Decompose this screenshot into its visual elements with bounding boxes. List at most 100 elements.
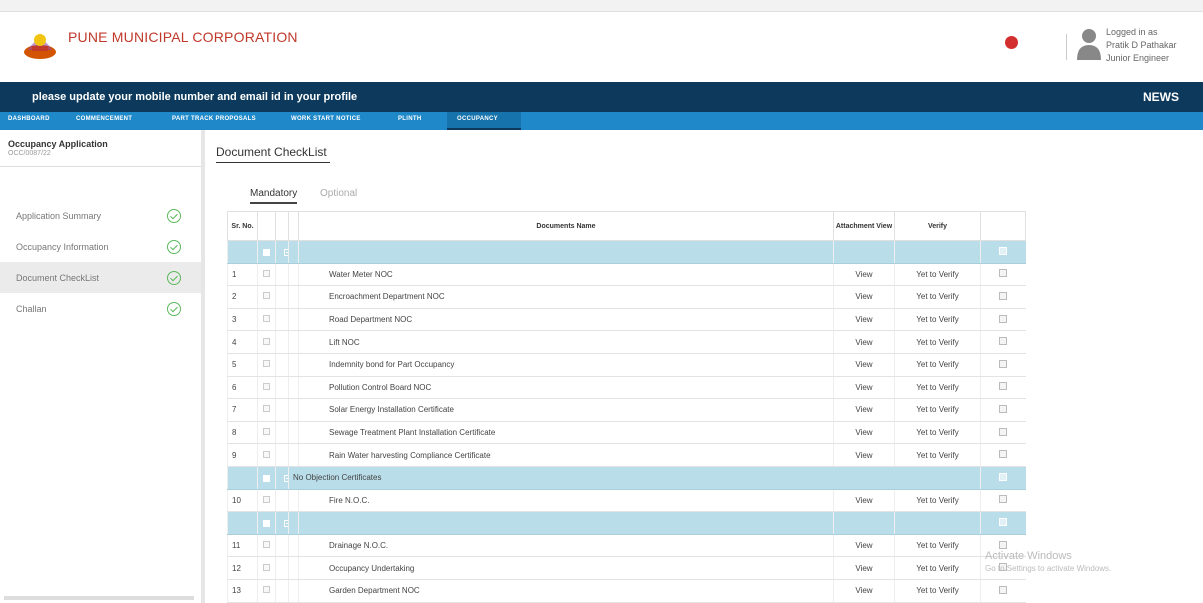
user-name: Pratik D Pathakar xyxy=(1106,40,1177,50)
view-link[interactable]: View xyxy=(833,579,895,603)
view-link[interactable]: View xyxy=(833,443,895,467)
verify-status: Yet to Verify xyxy=(894,376,981,400)
row-checkbox[interactable] xyxy=(263,541,270,549)
col-header-attachment-view[interactable]: Attachment View xyxy=(833,211,895,241)
row-checkbox[interactable] xyxy=(263,382,270,390)
verify-status: Yet to Verify xyxy=(894,353,981,377)
row-action-icon[interactable] xyxy=(999,291,1008,300)
view-link[interactable]: View xyxy=(833,308,895,332)
tab-occupancy[interactable]: OCCUPANCY xyxy=(447,112,521,130)
row-action-icon[interactable] xyxy=(999,269,1008,278)
row-action-icon[interactable] xyxy=(999,404,1008,413)
group-checkbox[interactable] xyxy=(263,519,270,527)
sr-no: 6 xyxy=(227,376,258,400)
document-checklist-table: Sr. No. Documents Name Attachment View V… xyxy=(227,211,1026,603)
group-action-icon[interactable] xyxy=(999,517,1008,526)
row-checkbox[interactable] xyxy=(263,315,270,323)
collapse-icon[interactable] xyxy=(284,248,289,256)
verify-status: Yet to Verify xyxy=(894,308,981,332)
verify-status: Yet to Verify xyxy=(894,330,981,354)
tab-mandatory[interactable]: Mandatory xyxy=(250,188,298,204)
notification-icon[interactable] xyxy=(1005,36,1018,49)
profile-notice: please update your mobile number and ema… xyxy=(32,91,358,103)
sidebar-item-occupancy-information[interactable]: Occupancy Information xyxy=(0,231,201,262)
tab-plinth[interactable]: PLINTH xyxy=(398,116,421,122)
view-link[interactable]: View xyxy=(833,285,895,309)
document-name: Solar Energy Installation Certificate xyxy=(298,398,834,422)
row-action-icon[interactable] xyxy=(999,314,1008,323)
verify-status: Yet to Verify xyxy=(894,398,981,422)
tab-work-start-notice[interactable]: WORK START NOTICE xyxy=(291,116,361,122)
group-row xyxy=(227,240,1026,264)
sr-no: 12 xyxy=(227,556,258,580)
document-name: Sewage Treatment Plant Installation Cert… xyxy=(298,421,834,445)
table-row: 6 Pollution Control Board NOC View Yet to V… xyxy=(227,376,1026,400)
table-row: 10 Fire N.O.C. View Yet to Verify xyxy=(227,489,1026,513)
sidebar-item-application-summary[interactable]: Application Summary xyxy=(0,200,201,231)
view-link[interactable]: View xyxy=(833,489,895,513)
col-header-verify[interactable]: Verify xyxy=(894,211,981,241)
view-link[interactable]: View xyxy=(833,398,895,422)
tab-dashboard[interactable]: DASHBOARD xyxy=(8,116,50,122)
sr-no: 7 xyxy=(227,398,258,422)
col-header-documents-name[interactable]: Documents Name xyxy=(298,211,834,241)
col-header-sr-no[interactable]: Sr. No. xyxy=(227,211,258,241)
tab-part-track-proposals[interactable]: PART TRACK PROPOSALS xyxy=(172,116,256,122)
row-action-icon[interactable] xyxy=(999,382,1008,391)
activation-watermark: Activate Windows Go to Settings to activ… xyxy=(985,550,1111,573)
row-action-icon[interactable] xyxy=(999,450,1008,459)
row-checkbox[interactable] xyxy=(263,292,270,300)
tab-optional[interactable]: Optional xyxy=(320,188,357,199)
application-number: OCC/0087/22 xyxy=(8,150,51,157)
row-checkbox[interactable] xyxy=(263,563,270,571)
sidebar-scrollbar[interactable] xyxy=(4,596,194,600)
sidebar-item-document-checklist[interactable]: Document CheckList xyxy=(0,262,201,293)
collapse-icon[interactable] xyxy=(284,519,289,527)
table-row: 13 Garden Department NOC View Yet to Verify xyxy=(227,579,1026,603)
row-action-icon[interactable] xyxy=(999,427,1008,436)
group-checkbox[interactable] xyxy=(263,474,270,482)
group-action-icon[interactable] xyxy=(999,246,1008,255)
group-row xyxy=(227,511,1026,535)
group-checkbox[interactable] xyxy=(263,248,270,256)
view-link[interactable]: View xyxy=(833,353,895,377)
row-checkbox[interactable] xyxy=(263,269,270,277)
sidebar-title: Occupancy Application xyxy=(8,139,108,149)
sidebar-item-challan[interactable]: Challan xyxy=(0,293,201,324)
view-link[interactable]: View xyxy=(833,421,895,445)
table-row: 7 Solar Energy Installation Certificate Vi… xyxy=(227,398,1026,422)
group-action-icon[interactable] xyxy=(999,472,1008,481)
main-nav: DASHBOARD COMMENCEMENT PART TRACK PROPOS… xyxy=(0,112,1203,130)
row-action-icon[interactable] xyxy=(999,540,1008,549)
row-checkbox[interactable] xyxy=(263,337,270,345)
sr-no: 8 xyxy=(227,421,258,445)
row-action-icon[interactable] xyxy=(999,495,1008,504)
table-row: 3 Road Department NOC View Yet to Verify xyxy=(227,308,1026,332)
verify-status: Yet to Verify xyxy=(894,263,981,287)
user-role: Junior Engineer xyxy=(1106,53,1170,63)
browser-strip xyxy=(0,0,1203,12)
row-checkbox[interactable] xyxy=(263,360,270,368)
table-row: 5 Indemnity bond for Part Occupancy View Ye… xyxy=(227,353,1026,377)
news-button[interactable]: NEWS xyxy=(1143,90,1179,104)
view-link[interactable]: View xyxy=(833,534,895,558)
sr-no: 9 xyxy=(227,443,258,467)
row-checkbox[interactable] xyxy=(263,428,270,436)
view-link[interactable]: View xyxy=(833,263,895,287)
avatar[interactable] xyxy=(1076,26,1102,60)
row-action-icon[interactable] xyxy=(999,585,1008,594)
view-link[interactable]: View xyxy=(833,330,895,354)
document-name: Lift NOC xyxy=(298,330,834,354)
row-checkbox[interactable] xyxy=(263,586,270,594)
sidebar-divider xyxy=(0,166,201,167)
row-action-icon[interactable] xyxy=(999,359,1008,368)
collapse-icon[interactable] xyxy=(284,474,289,482)
view-link[interactable]: View xyxy=(833,556,895,580)
view-link[interactable]: View xyxy=(833,376,895,400)
row-checkbox[interactable] xyxy=(263,450,270,458)
row-action-icon[interactable] xyxy=(999,337,1008,346)
row-checkbox[interactable] xyxy=(263,405,270,413)
check-circle-icon xyxy=(167,209,181,223)
row-checkbox[interactable] xyxy=(263,495,270,503)
tab-commencement[interactable]: COMMENCEMENT xyxy=(76,116,132,122)
